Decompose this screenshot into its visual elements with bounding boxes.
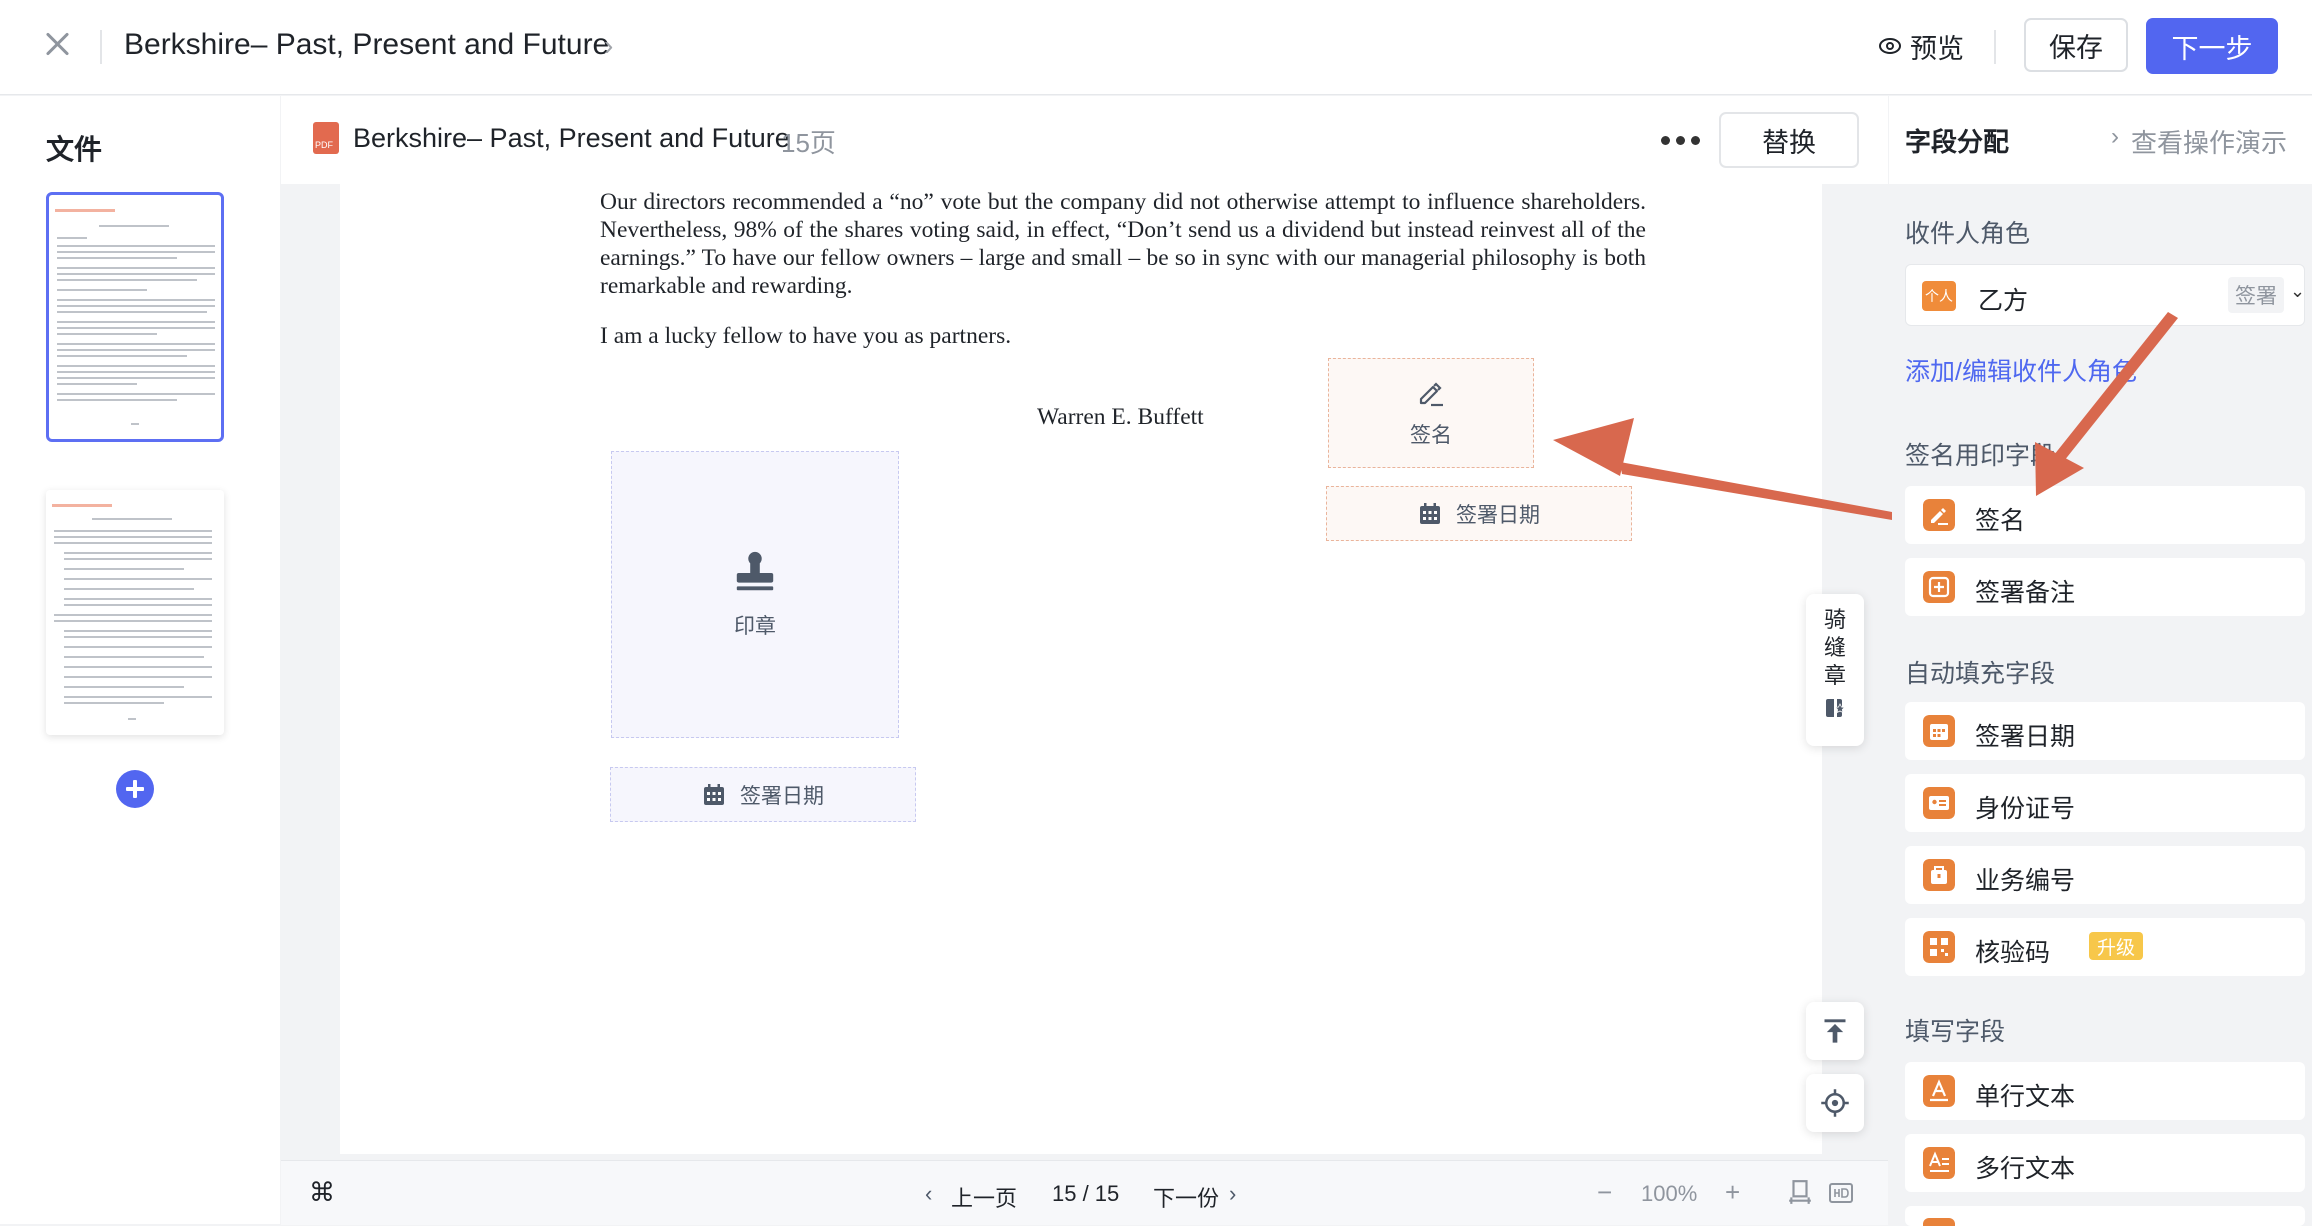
- recipient-role-heading: 收件人角色: [1905, 220, 2031, 248]
- document-title[interactable]: Berkshire– Past, Present and Future: [124, 28, 609, 62]
- chevron-left-icon[interactable]: ‹: [925, 1181, 932, 1207]
- page-indicator: 15 / 15: [1052, 1181, 1120, 1206]
- fit-page-icon[interactable]: [1787, 1179, 1813, 1205]
- scroll-to-top-button[interactable]: [1806, 1002, 1864, 1060]
- document-name: Berkshire– Past, Present and Future: [353, 123, 790, 153]
- stamp-date-field-label: 签署日期: [740, 784, 824, 808]
- shortcut-icon[interactable]: ⌘: [309, 1177, 335, 1208]
- chevron-right-icon[interactable]: ›: [604, 30, 613, 62]
- prev-page-button[interactable]: 上一页: [951, 1181, 1017, 1213]
- close-icon[interactable]: [40, 27, 74, 61]
- multi-line-text-icon: [1923, 1147, 1955, 1179]
- document-line: I am a lucky fellow to have you as partn…: [600, 323, 1012, 349]
- note-plus-icon: [1923, 571, 1955, 603]
- next-document-button[interactable]: 下一份: [1153, 1181, 1219, 1213]
- seal-page-icon: [1826, 699, 1846, 717]
- field-item-partial[interactable]: [1905, 1206, 2305, 1226]
- field-item-label: 业务编号: [1975, 867, 2076, 895]
- field-item-verification-code[interactable]: 核验码 升级: [1905, 918, 2305, 976]
- arrow-to-top-icon: [1824, 1019, 1846, 1043]
- chevron-down-icon[interactable]: ⌄: [2290, 281, 2305, 302]
- field-item-label: 多行文本: [1975, 1155, 2076, 1183]
- calendar-icon: [704, 783, 724, 805]
- cross-page-seal-button[interactable]: 骑缝章: [1806, 594, 1864, 746]
- sign-date-field-label: 签署日期: [1456, 503, 1540, 527]
- chevron-right-icon[interactable]: ›: [1229, 1181, 1236, 1207]
- document-header: PDF Berkshire– Past, Present and Future …: [281, 96, 1888, 184]
- page-count: 15页: [781, 128, 836, 158]
- field-item-business-number[interactable]: 业务编号: [1905, 846, 2305, 904]
- more-options-icon[interactable]: [1661, 136, 1701, 146]
- signature-pen-icon: [1923, 499, 1955, 531]
- signer-name: Warren E. Buffett: [1037, 404, 1204, 430]
- sign-date-field[interactable]: 签署日期: [1326, 486, 1632, 541]
- divider: [100, 30, 102, 64]
- chevron-right-icon[interactable]: ›: [2111, 123, 2119, 151]
- zoom-out-icon[interactable]: −: [1597, 1177, 1612, 1208]
- top-bar: Berkshire– Past, Present and Future › 预览…: [0, 0, 2312, 95]
- hd-icon[interactable]: [1829, 1181, 1853, 1205]
- signature-pen-icon: [1419, 382, 1443, 407]
- field-item-label: 签署日期: [1975, 723, 2076, 751]
- divider: [1994, 30, 1996, 64]
- replace-button[interactable]: 替换: [1719, 112, 1859, 168]
- eye-icon: [1879, 38, 1901, 54]
- field-icon: [1923, 1218, 1955, 1226]
- signature-field-label: 签名: [1410, 424, 1452, 447]
- panel-title: 字段分配: [1905, 127, 2010, 157]
- auto-fill-fields-heading: 自动填充字段: [1905, 660, 2056, 688]
- add-page-button[interactable]: [116, 770, 154, 808]
- view-demo-link[interactable]: 查看操作演示: [2131, 123, 2287, 160]
- stamp-icon: [736, 551, 774, 590]
- page-thumbnail-2[interactable]: [46, 490, 224, 735]
- cross-page-seal-label: 骑缝章: [1823, 607, 1846, 688]
- document-page: [340, 184, 1822, 1154]
- calendar-icon: [1420, 502, 1440, 524]
- fill-fields-heading: 填写字段: [1905, 1018, 2006, 1046]
- field-item-single-line-text[interactable]: 单行文本: [1905, 1062, 2305, 1120]
- field-item-label: 签署备注: [1975, 579, 2076, 607]
- locate-button[interactable]: [1806, 1074, 1864, 1132]
- page-thumbnail-1[interactable]: [46, 192, 224, 442]
- field-item-label: 核验码: [1975, 939, 2051, 967]
- business-number-icon: [1923, 859, 1955, 891]
- zoom-level: 100%: [1641, 1181, 1698, 1206]
- preview-button[interactable]: 预览: [1878, 26, 1964, 66]
- field-item-sign-note[interactable]: 签署备注: [1905, 558, 2305, 616]
- stamp-date-field[interactable]: 签署日期: [610, 767, 916, 822]
- panel-header: 字段分配 › 查看操作演示: [1889, 96, 2312, 184]
- preview-label: 预览: [1910, 33, 1964, 64]
- field-item-signature[interactable]: 签名: [1905, 486, 2305, 544]
- signature-fields-heading: 签名用印字段: [1905, 442, 2056, 470]
- qr-code-icon: [1923, 931, 1955, 963]
- edit-recipient-roles-link[interactable]: 添加/编辑收件人角色: [1905, 352, 2137, 388]
- field-assignment-panel: 字段分配 › 查看操作演示 收件人角色 个人 乙方 签署 ⌄ 添加/编辑收件人角…: [1889, 96, 2312, 1226]
- document-paragraph: Our directors recommended a “no” vote bu…: [600, 189, 1646, 299]
- stamp-field-label: 印章: [734, 614, 776, 638]
- single-line-text-icon: [1923, 1075, 1955, 1107]
- upgrade-badge[interactable]: 升级: [2089, 932, 2144, 960]
- person-badge: 个人: [1922, 281, 1956, 311]
- pdf-file-icon: PDF: [313, 122, 339, 154]
- page-navigation-bar: ⌘ ‹ 上一页 15 / 15 下一份 › − 100% +: [281, 1160, 1888, 1225]
- stamp-field[interactable]: 印章: [611, 451, 899, 738]
- field-item-label: 单行文本: [1975, 1083, 2076, 1111]
- calendar-icon: [1923, 715, 1955, 747]
- file-panel-title: 文件: [46, 134, 103, 165]
- recipient-role-selector[interactable]: 个人 乙方 签署 ⌄: [1905, 264, 2305, 326]
- field-item-multi-line-text[interactable]: 多行文本: [1905, 1134, 2305, 1192]
- target-icon: [1821, 1089, 1849, 1117]
- sign-type-dropdown[interactable]: 签署: [2228, 277, 2284, 313]
- field-item-label: 签名: [1975, 507, 2026, 535]
- field-item-sign-date[interactable]: 签署日期: [1905, 702, 2305, 760]
- next-step-button[interactable]: 下一步: [2146, 18, 2278, 74]
- field-item-id-number[interactable]: 身份证号: [1905, 774, 2305, 832]
- save-button[interactable]: 保存: [2024, 18, 2128, 72]
- file-panel: 文件: [0, 96, 280, 1224]
- field-item-label: 身份证号: [1975, 795, 2076, 823]
- recipient-name: 乙方: [1978, 287, 2029, 315]
- signature-field[interactable]: 签名: [1328, 358, 1534, 468]
- zoom-in-icon[interactable]: +: [1725, 1177, 1740, 1208]
- id-card-icon: [1923, 787, 1955, 819]
